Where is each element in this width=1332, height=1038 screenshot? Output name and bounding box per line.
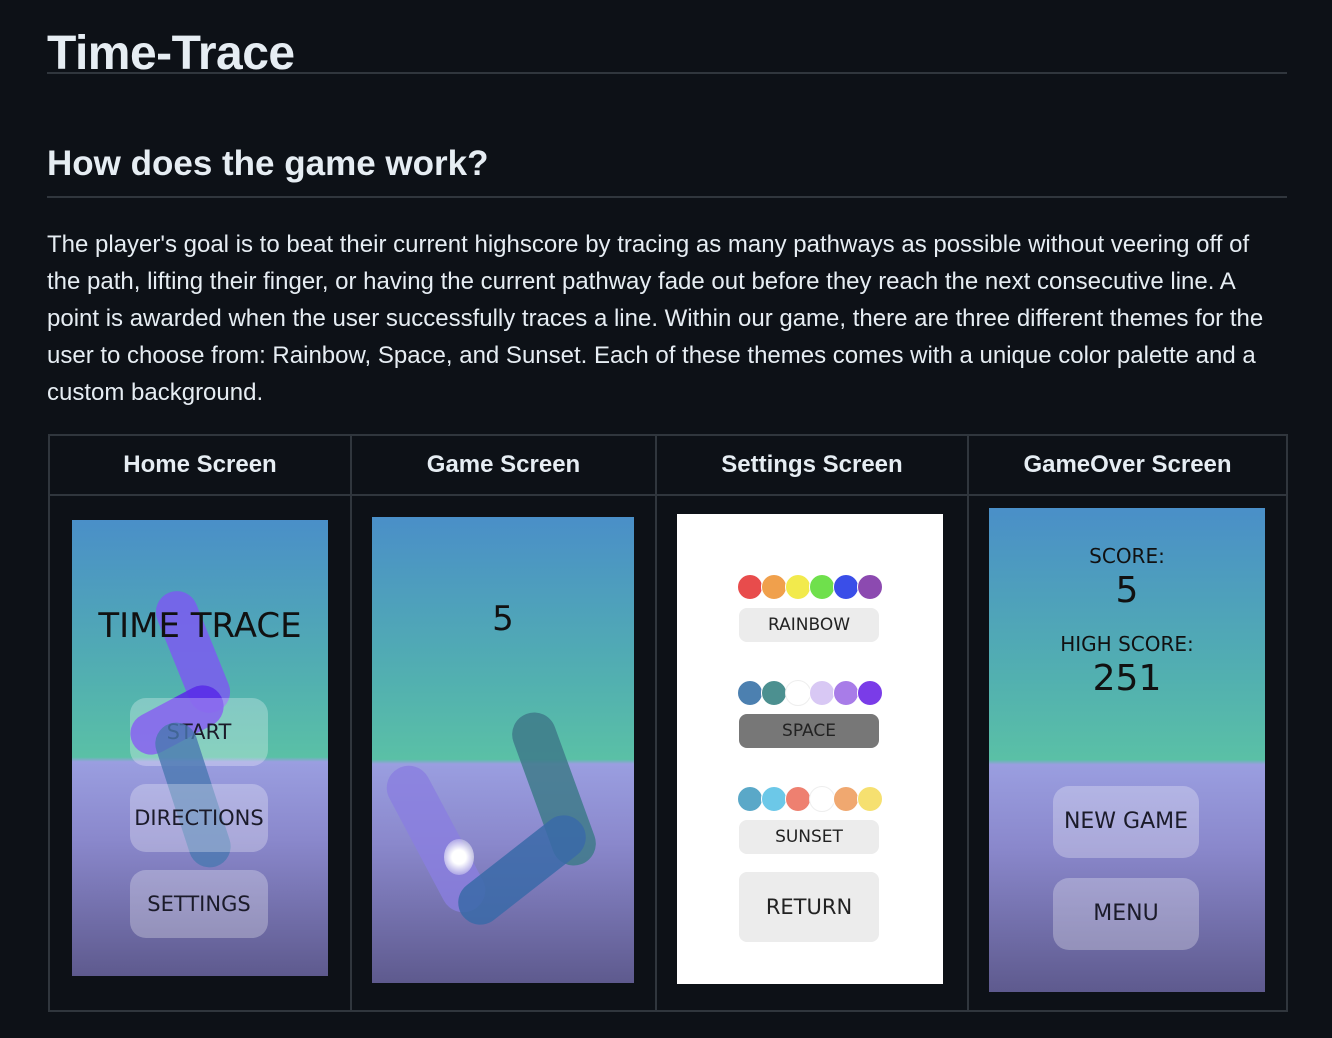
directions-button[interactable]: DIRECTIONS [130,784,268,852]
return-button[interactable]: RETURN [739,872,879,942]
high-score-value: 251 [1092,658,1162,699]
color-swatch [833,786,859,812]
rainbow-swatches [677,574,943,600]
color-swatch [761,574,787,600]
game-score: 5 [492,599,514,639]
high-score-label: HIGH SCORE: [1060,632,1194,656]
color-swatch [737,786,763,812]
score-label: SCORE: [1089,544,1165,568]
home-screen-image: TIME TRACE START DIRECTIONS SETTINGS [72,520,328,976]
color-swatch [857,574,883,600]
color-swatch [737,574,763,600]
header-settings-screen: Settings Screen [655,434,969,496]
color-swatch [833,680,859,706]
color-swatch [857,786,883,812]
score-value: 5 [1115,570,1139,611]
color-swatch [809,574,835,600]
settings-screen-image: RAINBOW SPACE SUNSET RETURN [677,514,943,984]
section-heading: How does the game work? [47,138,1287,198]
color-swatch [785,574,811,600]
color-swatch [785,680,811,706]
space-swatches [677,680,943,706]
color-swatch [761,680,787,706]
sunset-swatches [677,786,943,812]
home-screen-cell: TIME TRACE START DIRECTIONS SETTINGS [48,494,352,1012]
menu-button[interactable]: MENU [1053,878,1199,950]
game-screen-image: 5 [372,517,634,983]
color-swatch [857,680,883,706]
color-swatch [737,680,763,706]
screens-table: Home Screen Game Screen Settings Screen … [48,434,1288,1012]
rainbow-theme-button[interactable]: RAINBOW [739,608,879,642]
home-title: TIME TRACE [98,606,302,646]
color-swatch [809,680,835,706]
finger-touch-icon [444,839,474,875]
header-game-screen: Game Screen [350,434,657,496]
gameover-screen-cell: SCORE: 5 HIGH SCORE: 251 NEW GAME MENU [967,494,1288,1012]
settings-button[interactable]: SETTINGS [130,870,268,938]
game-screen-cell: 5 [350,494,657,1012]
color-swatch [761,786,787,812]
readme-content: Time-Trace How does the game work? The p… [47,0,1288,1012]
gameover-screen-image: SCORE: 5 HIGH SCORE: 251 NEW GAME MENU [989,508,1265,992]
new-game-button[interactable]: NEW GAME [1053,786,1199,858]
color-swatch [809,786,835,812]
header-gameover-screen: GameOver Screen [967,434,1288,496]
sunset-theme-button[interactable]: SUNSET [739,820,879,854]
game-description: The player's goal is to beat their curre… [47,231,1264,406]
color-swatch [785,786,811,812]
page-title: Time-Trace [47,0,1287,80]
space-theme-button[interactable]: SPACE [739,714,879,748]
header-home-screen: Home Screen [48,434,352,496]
color-swatch [833,574,859,600]
settings-screen-cell: RAINBOW SPACE SUNSET RETURN [655,494,969,1012]
